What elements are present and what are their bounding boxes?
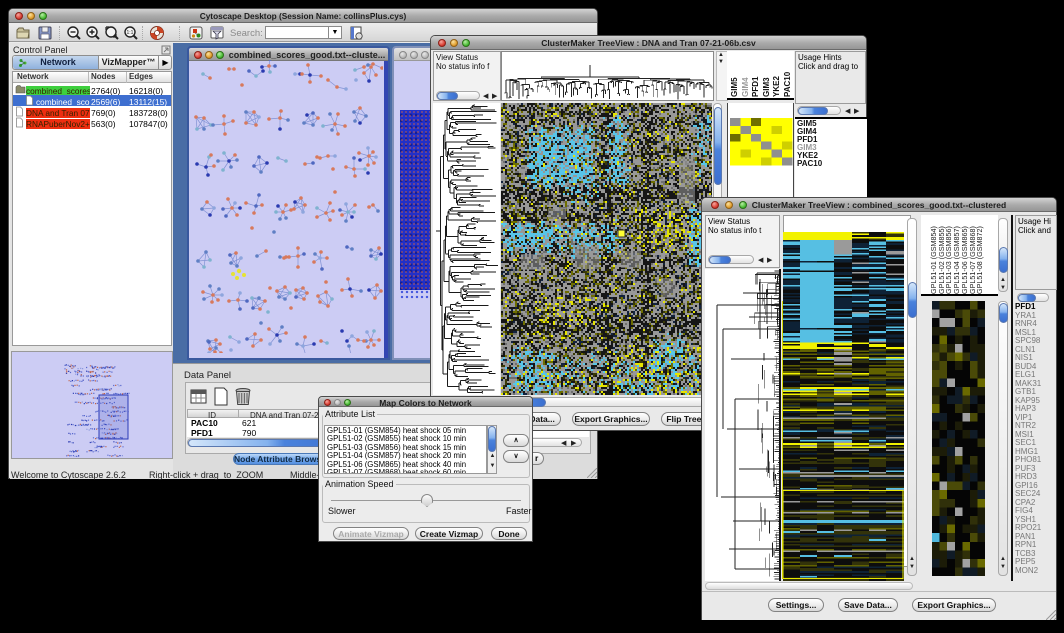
svg-text:1:1: 1:1: [127, 30, 134, 36]
